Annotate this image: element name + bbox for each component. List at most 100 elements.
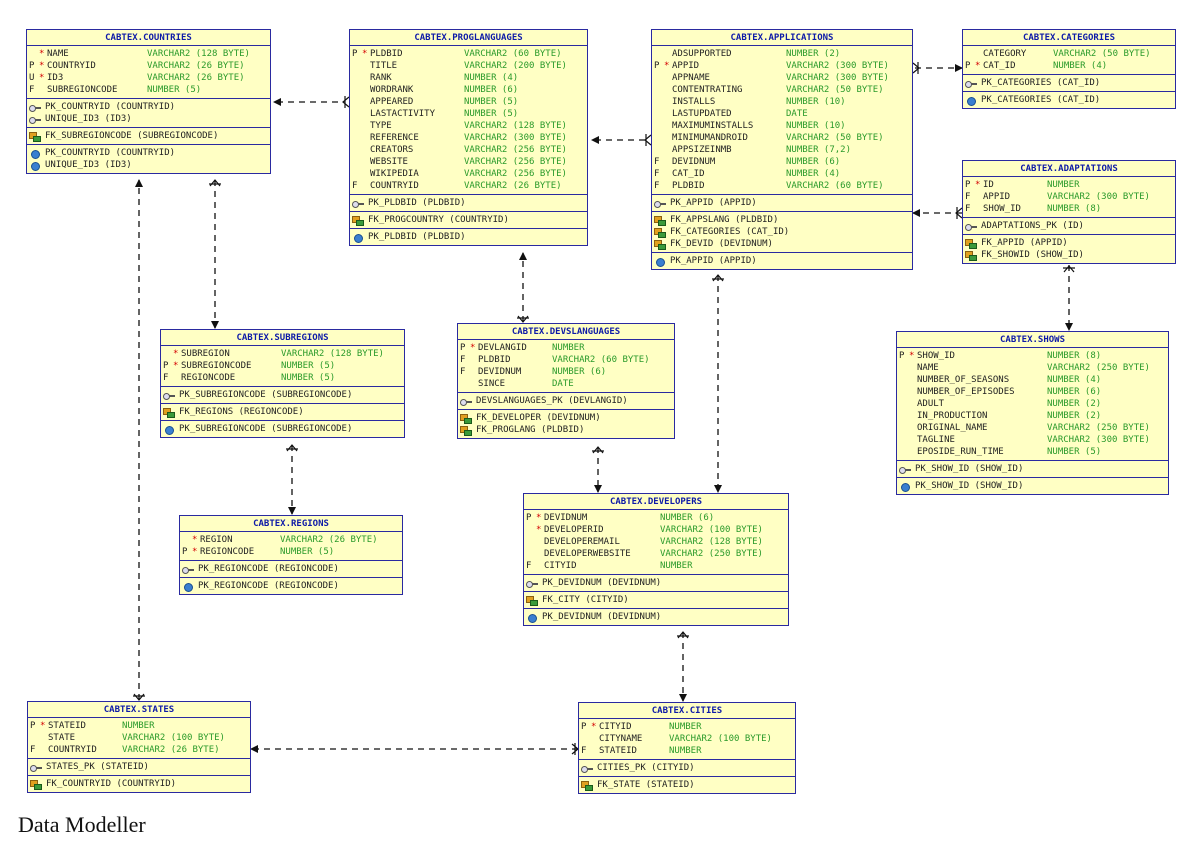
key-flag: P <box>965 61 971 71</box>
column-name: ID <box>983 180 994 190</box>
key-row: ADAPTATIONS_PK (ID) <box>965 220 1171 232</box>
column-type: VARCHAR2 (50 BYTE) <box>1053 49 1151 59</box>
entity-proglanguages[interactable]: CABTEX.PROGLANGUAGES P * PLDBID VARCHAR2 (6… <box>349 29 588 246</box>
entity-regions[interactable]: CABTEX.REGIONS * REGION VARCHAR2 (26 BYTE)… <box>179 515 403 595</box>
key-flag: F <box>163 373 169 383</box>
column-name: LASTACTIVITY <box>370 109 436 119</box>
mandatory-flag <box>536 560 544 572</box>
column-type: VARCHAR2 (128 BYTE) <box>147 49 250 59</box>
mandatory-flag <box>664 132 672 144</box>
column-name: PLDBID <box>478 355 511 365</box>
column-name: SUBREGIONCODE <box>47 85 118 95</box>
column-row: REFERENCE VARCHAR2 (300 BYTE) <box>352 132 583 144</box>
column-type: VARCHAR2 (26 BYTE) <box>464 181 562 191</box>
key-flag <box>899 422 909 434</box>
key-row: PK_PLDBID (PLDBID) <box>352 197 583 209</box>
key-row: PK_SUBREGIONCODE (SUBREGIONCODE) <box>163 389 400 401</box>
column-name: NUMBER_OF_EPISODES <box>917 387 1015 397</box>
key-flag <box>654 108 664 120</box>
column-row: CITYNAME VARCHAR2 (100 BYTE) <box>581 733 791 745</box>
entity-adaptations[interactable]: CABTEX.ADAPTATIONS P * ID NUMBER F APPID VARCH… <box>962 160 1176 264</box>
column-list: P * SHOW_ID NUMBER (8) NAME VARCHAR2 (250 BYT… <box>897 348 1168 461</box>
mandatory-flag <box>664 96 672 108</box>
index-icon <box>965 96 977 106</box>
column-name: APPID <box>983 192 1011 202</box>
constraint-label: FK_SHOWID (SHOW_ID) <box>981 250 1084 260</box>
index-icon <box>163 425 175 435</box>
pk-list: PK_PLDBID (PLDBID) <box>350 195 587 212</box>
column-type: VARCHAR2 (128 BYTE) <box>660 537 763 547</box>
column-list: P * CITYID NUMBER CITYNAME VARCHAR2 (100 BYTE… <box>579 719 795 760</box>
column-type: NUMBER <box>552 343 585 353</box>
mandatory-flag <box>664 84 672 96</box>
column-name: COUNTRYID <box>370 181 419 191</box>
mandatory-flag <box>909 386 917 398</box>
entity-categories[interactable]: CABTEX.CATEGORIES CATEGORY VARCHAR2 (50 B… <box>962 29 1176 109</box>
fk-row: FK_PROGCOUNTRY (COUNTRYID) <box>352 214 583 226</box>
column-row: ORIGINAL_NAME VARCHAR2 (250 BYTE) <box>899 422 1164 434</box>
fk-row: FK_CATEGORIES (CAT_ID) <box>654 226 908 238</box>
column-type: NUMBER (4) <box>1053 61 1108 71</box>
entity-title: CABTEX.DEVSLANGUAGES <box>458 324 674 340</box>
fk-row: FK_PROGLANG (PLDBID) <box>460 424 670 436</box>
entity-countries[interactable]: CABTEX.COUNTRIES * NAME VARCHAR2 (128 BYTE… <box>26 29 271 174</box>
key-flag <box>654 72 664 84</box>
key-flag: P <box>182 547 188 557</box>
column-list: * REGION VARCHAR2 (26 BYTE) P * REGIONCODE NUM… <box>180 532 402 561</box>
column-name: DEVIDNUM <box>672 157 716 167</box>
key-flag: P <box>460 343 466 353</box>
mandatory-flag: * <box>192 535 198 545</box>
constraint-label: FK_PROGLANG (PLDBID) <box>476 425 585 435</box>
column-type: VARCHAR2 (300 BYTE) <box>1047 192 1150 202</box>
column-type: NUMBER (6) <box>552 367 607 377</box>
column-name: CAT_ID <box>672 169 705 179</box>
index-row: PK_COUNTRYID (COUNTRYID) <box>29 147 266 159</box>
column-type: VARCHAR2 (250 BYTE) <box>1047 363 1150 373</box>
column-row: APPEARED NUMBER (5) <box>352 96 583 108</box>
column-name: SHOW_ID <box>983 204 1021 214</box>
foreign-key-icon <box>654 227 666 238</box>
mandatory-flag <box>909 374 917 386</box>
mandatory-flag <box>975 203 983 215</box>
mandatory-flag <box>909 362 917 374</box>
mandatory-flag <box>664 48 672 60</box>
mandatory-flag <box>362 72 370 84</box>
entity-devslanguages[interactable]: CABTEX.DEVSLANGUAGES P * DEVLANGID NUMBER F P… <box>457 323 675 439</box>
index-icon <box>352 233 364 243</box>
column-name: RANK <box>370 73 392 83</box>
entity-cities[interactable]: CABTEX.CITIES P * CITYID NUMBER CITYNAME VARC… <box>578 702 796 794</box>
index-list: PK_SUBREGIONCODE (SUBREGIONCODE) <box>161 421 404 437</box>
column-row: P * DEVLANGID NUMBER <box>460 342 670 354</box>
entity-shows[interactable]: CABTEX.SHOWS P * SHOW_ID NUMBER (8) NAME VARC… <box>896 331 1169 495</box>
constraint-label: FK_APPID (APPID) <box>981 238 1068 248</box>
mandatory-flag <box>975 48 983 60</box>
column-name: APPSIZEINMB <box>672 145 732 155</box>
constraint-label: FK_DEVID (DEVIDNUM) <box>670 239 773 249</box>
column-row: U * ID3 VARCHAR2 (26 BYTE) <box>29 72 266 84</box>
mandatory-flag <box>909 422 917 434</box>
column-name: MAXIMUMINSTALLS <box>672 121 754 131</box>
column-row: F STATEID NUMBER <box>581 745 791 757</box>
index-icon <box>899 482 911 492</box>
constraint-label: PK_COUNTRYID (COUNTRYID) <box>45 102 176 112</box>
mandatory-flag <box>591 733 599 745</box>
column-row: ADULT NUMBER (2) <box>899 398 1164 410</box>
entity-subregions[interactable]: CABTEX.SUBREGIONS * SUBREGION VARCHAR2 (12… <box>160 329 405 438</box>
mandatory-flag <box>40 732 48 744</box>
key-flag <box>30 732 40 744</box>
key-flag: F <box>526 561 532 571</box>
entity-states[interactable]: CABTEX.STATES P * STATEID NUMBER STATE VARCHA… <box>27 701 251 793</box>
index-icon <box>29 149 41 159</box>
column-type: NUMBER (4) <box>1047 375 1102 385</box>
mandatory-flag: * <box>39 73 45 83</box>
constraint-label: FK_STATE (STATEID) <box>597 780 695 790</box>
column-name: SHOW_ID <box>917 351 955 361</box>
column-type: NUMBER (5) <box>281 361 336 371</box>
column-row: CREATORS VARCHAR2 (256 BYTE) <box>352 144 583 156</box>
mandatory-flag <box>470 378 478 390</box>
entity-developers[interactable]: CABTEX.DEVELOPERS P * DEVIDNUM NUMBER (6) * D… <box>523 493 789 626</box>
column-row: MAXIMUMINSTALLS NUMBER (10) <box>654 120 908 132</box>
column-row: STATE VARCHAR2 (100 BYTE) <box>30 732 246 744</box>
entity-applications[interactable]: CABTEX.APPLICATIONS ADSUPPORTED NUMBER (2… <box>651 29 913 270</box>
mandatory-flag: * <box>362 49 368 59</box>
